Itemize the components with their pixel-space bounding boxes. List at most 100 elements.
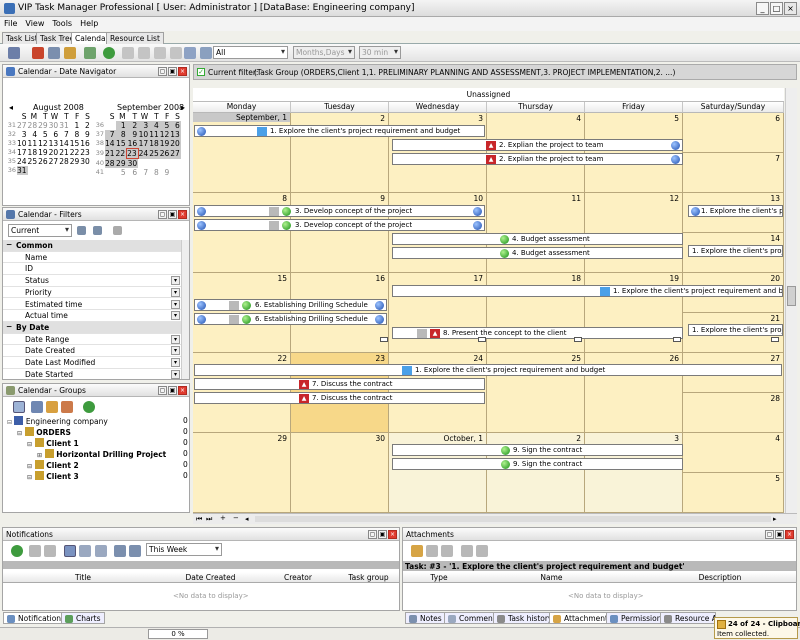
prev-month-arrow[interactable]: ◂ — [9, 103, 13, 112]
expand-icon[interactable]: ⊟ — [27, 474, 32, 481]
month-calendar[interactable]: Unassigned Monday Tuesday Wednesday Thursda… — [193, 88, 784, 513]
filter-row[interactable]: Date Created ▾ — [3, 345, 181, 357]
day-cell[interactable]: 8 — [149, 168, 160, 177]
calendar-event[interactable]: 6. Establishing Drilling Schedule — [194, 299, 387, 311]
dropdown-icon[interactable]: ▾ — [171, 287, 180, 297]
day-cell[interactable]: 5 — [38, 130, 49, 139]
day-cell[interactable]: 4 — [149, 121, 160, 130]
col-date-created[interactable]: Date Created — [163, 573, 258, 582]
day-cell[interactable]: 19 — [38, 148, 49, 157]
month-grid-august[interactable]: S M T W T F S 31 27 28 29 30 31 1 2 32 3 4 5 6 7 8 9 33 10 11 12 13… — [7, 112, 91, 175]
col-title[interactable]: Title — [3, 573, 163, 582]
tab-notes[interactable]: Notes — [405, 612, 446, 624]
group-tree-node[interactable]: ⊟ ORDERS 0 — [17, 427, 188, 437]
work-week-view-icon[interactable] — [138, 47, 150, 59]
calendar-event[interactable]: 1. Explore the client's project requirem… — [688, 205, 783, 217]
day-cell[interactable]: 1 — [70, 121, 81, 130]
day-cell[interactable]: 20 — [49, 148, 60, 157]
day-cell[interactable]: 22 — [70, 148, 81, 157]
clipboard-popup[interactable]: 24 of 24 - Clipboard Item collected. — [714, 617, 800, 639]
pin-button[interactable]: ▣ — [168, 210, 177, 219]
next-month-arrow[interactable]: ▸ — [181, 103, 185, 112]
calendar-event[interactable]: ▲ 2. Explian the project to team — [392, 153, 683, 165]
calendar-event[interactable]: 1. Explore the client's project requirem… — [392, 285, 783, 297]
filter-row[interactable]: Date Last Modified ▾ — [3, 357, 181, 369]
tab-notifications[interactable]: Notifications — [3, 612, 69, 624]
calendar-event[interactable]: 1. Explore the client's project requirem… — [688, 245, 783, 257]
more-events-icon[interactable] — [771, 337, 779, 342]
day-cell[interactable]: 23 — [126, 148, 139, 159]
expand-icon[interactable]: ⊟ — [17, 430, 22, 437]
day-cell[interactable] — [28, 166, 39, 175]
day-cell[interactable]: 31 — [17, 166, 28, 175]
mark-read-icon[interactable] — [29, 545, 41, 557]
panel-close-button[interactable]: × — [178, 67, 187, 76]
calendar-event[interactable]: 1. Explore the client's project requirem… — [194, 364, 782, 376]
delete-notification-icon[interactable] — [114, 545, 126, 557]
delete-group-icon[interactable] — [61, 401, 73, 413]
col-creator[interactable]: Creator — [258, 573, 338, 582]
day-cell[interactable]: 8 — [70, 130, 81, 139]
settings-icon[interactable] — [79, 545, 91, 557]
day-cell[interactable]: 25 — [28, 157, 39, 166]
group-tree-node[interactable]: ⊟ Client 2 0 — [27, 460, 188, 470]
day-cell[interactable]: 5 — [116, 168, 127, 177]
refresh-groups-icon[interactable] — [83, 401, 95, 413]
calendar-event[interactable]: ▲ 2. Explian the project to team — [392, 139, 683, 151]
group-tree-node[interactable]: ⊞ Horizontal Drilling Project 0 — [37, 449, 188, 459]
menu-view[interactable]: View — [21, 17, 48, 28]
funnel-remove-icon[interactable] — [113, 226, 122, 235]
calendar-event[interactable]: 4. Budget assessment — [392, 247, 683, 259]
day-cell[interactable]: 19 — [159, 139, 171, 149]
add-group-icon[interactable] — [31, 401, 43, 413]
day-view-icon[interactable] — [122, 47, 134, 59]
tab-task-history[interactable]: Task history — [493, 612, 557, 624]
mark-unread-icon[interactable] — [44, 545, 56, 557]
calendar-event[interactable]: 9. Sign the contract — [392, 458, 683, 470]
calendar-event[interactable]: 1. Explore the client's project requirem… — [688, 324, 783, 336]
scroll-thumb[interactable] — [787, 286, 796, 306]
day-cell[interactable]: 21 — [59, 148, 70, 157]
day-cell[interactable]: 23 — [80, 148, 91, 157]
calendar-event[interactable]: 6. Establishing Drilling Schedule — [194, 313, 387, 325]
day-cell[interactable]: 18 — [28, 148, 39, 157]
print-icon[interactable] — [84, 47, 96, 59]
dropdown-icon[interactable]: ▾ — [171, 369, 180, 379]
panel-close-button[interactable]: × — [178, 210, 187, 219]
day-cell[interactable] — [138, 159, 149, 169]
day-cell[interactable]: 12 — [38, 139, 49, 148]
funnel-icon[interactable] — [77, 226, 86, 235]
day-cell[interactable]: 9 — [160, 168, 171, 177]
filter-row[interactable]: Actual time ▾ — [3, 310, 181, 322]
edit-group-icon[interactable] — [46, 401, 58, 413]
month-view-icon[interactable] — [170, 47, 182, 59]
day-cell[interactable]: 29 — [70, 157, 81, 166]
period-select[interactable]: This Week — [146, 543, 222, 556]
calendar-hscrollbar[interactable] — [255, 516, 771, 522]
col-description[interactable]: Description — [644, 573, 796, 582]
day-cell[interactable]: 26 — [159, 148, 171, 159]
open-attachment-icon[interactable] — [426, 545, 438, 557]
export-icon[interactable] — [95, 545, 107, 557]
float-button[interactable]: ▢ — [158, 386, 167, 395]
filter-row[interactable]: Priority ▾ — [3, 287, 181, 299]
day-cell[interactable]: 22 — [115, 148, 127, 159]
float-button[interactable]: ▢ — [158, 210, 167, 219]
day-cell[interactable]: 10 — [17, 139, 28, 148]
day-cell[interactable]: 6 — [683, 113, 784, 153]
day-cell[interactable]: 15 — [70, 139, 81, 148]
first-record-button[interactable]: ⏮ — [196, 515, 202, 524]
scroll-right-button[interactable]: ▸ — [773, 515, 777, 523]
clear-notifications-icon[interactable] — [129, 545, 141, 557]
interval-select[interactable]: 30 min — [359, 46, 401, 59]
filter-checkbox[interactable]: ✓ — [197, 68, 205, 76]
day-cell[interactable] — [80, 166, 91, 175]
day-cell[interactable]: 4 — [683, 433, 784, 473]
day-cell[interactable]: 10 — [138, 130, 150, 139]
day-cell[interactable]: 16 — [80, 139, 91, 148]
pin-button[interactable]: ▣ — [378, 530, 387, 539]
group-tree-node[interactable]: ⊟ Client 1 0 — [27, 438, 188, 448]
close-button[interactable]: × — [784, 2, 797, 15]
pin-button[interactable]: ▣ — [168, 386, 177, 395]
dropdown-icon[interactable]: ▾ — [171, 334, 180, 344]
